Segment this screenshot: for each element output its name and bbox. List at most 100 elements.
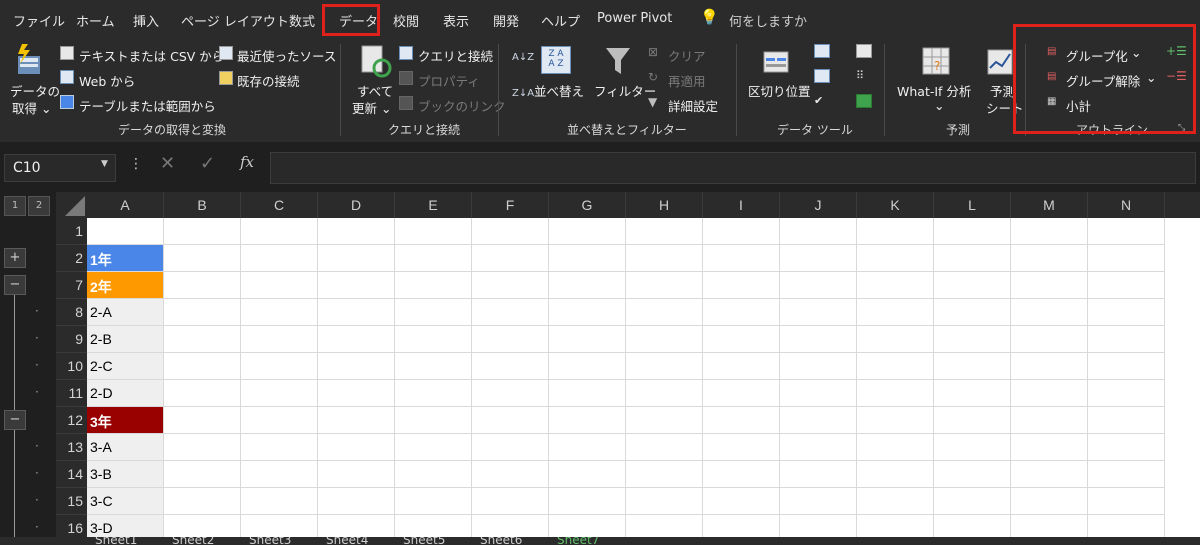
- cell-g12[interactable]: [549, 407, 626, 434]
- cell-g13[interactable]: [549, 434, 626, 461]
- cell-d1[interactable]: [318, 218, 395, 245]
- row-header-14[interactable]: 14: [56, 461, 87, 488]
- edit-links-button[interactable]: ブックのリンク: [418, 96, 506, 115]
- cell-m12[interactable]: [1011, 407, 1088, 434]
- more-options-icon[interactable]: ⋮: [129, 156, 143, 172]
- cell-i8[interactable]: [703, 299, 780, 326]
- cell-h14[interactable]: [626, 461, 703, 488]
- outline-level-1-button[interactable]: 1: [4, 196, 26, 216]
- cell-l10[interactable]: [934, 353, 1011, 380]
- cell-c8[interactable]: [241, 299, 318, 326]
- name-box-dropdown-icon[interactable]: ▼: [101, 159, 108, 169]
- column-header-e[interactable]: E: [395, 192, 472, 218]
- clear-button[interactable]: クリア: [668, 46, 706, 65]
- sheet-tab-4[interactable]: Sheet4: [326, 537, 368, 545]
- reapply-button[interactable]: 再適用: [668, 71, 706, 90]
- cell-k10[interactable]: [857, 353, 934, 380]
- cell-f11[interactable]: [472, 380, 549, 407]
- cancel-icon[interactable]: ✕: [160, 153, 175, 174]
- column-header-k[interactable]: K: [857, 192, 934, 218]
- cell-n7[interactable]: [1088, 272, 1165, 299]
- cell-e9[interactable]: [395, 326, 472, 353]
- tab-view[interactable]: 表示: [443, 11, 469, 30]
- expand-group-button[interactable]: +: [4, 248, 26, 268]
- column-header-b[interactable]: B: [164, 192, 241, 218]
- cell-a12[interactable]: 3年: [87, 407, 164, 434]
- tab-help[interactable]: ヘルプ: [541, 11, 580, 30]
- cell-a2[interactable]: 1年: [87, 245, 164, 272]
- cell-i12[interactable]: [703, 407, 780, 434]
- cell-m2[interactable]: [1011, 245, 1088, 272]
- cell-i2[interactable]: [703, 245, 780, 272]
- cell-g14[interactable]: [549, 461, 626, 488]
- cell-g15[interactable]: [549, 488, 626, 515]
- sheet-tab-5[interactable]: Sheet5: [403, 537, 445, 545]
- cell-k11[interactable]: [857, 380, 934, 407]
- row-header-2[interactable]: 2: [56, 245, 87, 272]
- cell-g9[interactable]: [549, 326, 626, 353]
- sheet-tab-7[interactable]: Sheet7: [557, 537, 599, 545]
- cell-n13[interactable]: [1088, 434, 1165, 461]
- cell-j10[interactable]: [780, 353, 857, 380]
- row-header-1[interactable]: 1: [56, 218, 87, 245]
- cell-d13[interactable]: [318, 434, 395, 461]
- cell-m7[interactable]: [1011, 272, 1088, 299]
- cell-j15[interactable]: [780, 488, 857, 515]
- cell-b14[interactable]: [164, 461, 241, 488]
- cell-e15[interactable]: [395, 488, 472, 515]
- cell-n9[interactable]: [1088, 326, 1165, 353]
- cell-d12[interactable]: [318, 407, 395, 434]
- cell-c7[interactable]: [241, 272, 318, 299]
- cell-c11[interactable]: [241, 380, 318, 407]
- collapse-group-button[interactable]: −: [4, 275, 26, 295]
- cell-l15[interactable]: [934, 488, 1011, 515]
- cell-grid[interactable]: 1年 2年 2-A 2-B 2-C 2-D 3年 3-A 3-B 3-C 3-D: [87, 218, 1200, 545]
- cell-b13[interactable]: [164, 434, 241, 461]
- cell-h8[interactable]: [626, 299, 703, 326]
- cell-j13[interactable]: [780, 434, 857, 461]
- sort-za-icon[interactable]: Z↓A: [512, 88, 534, 99]
- cell-a8[interactable]: 2-A: [87, 299, 164, 326]
- sort-az-icon[interactable]: A↓Z: [512, 52, 534, 63]
- column-header-n[interactable]: N: [1088, 192, 1165, 218]
- recent-sources-button[interactable]: 最近使ったソース: [237, 46, 336, 65]
- properties-button[interactable]: プロパティ: [418, 71, 480, 90]
- cell-n11[interactable]: [1088, 380, 1165, 407]
- cell-d11[interactable]: [318, 380, 395, 407]
- cell-i9[interactable]: [703, 326, 780, 353]
- get-data-dropdown[interactable]: 取得 ⌄: [12, 98, 51, 117]
- cell-c12[interactable]: [241, 407, 318, 434]
- filter-button[interactable]: フィルター: [594, 81, 656, 100]
- cell-j12[interactable]: [780, 407, 857, 434]
- refresh-all-dropdown[interactable]: 更新 ⌄: [352, 98, 391, 117]
- cell-a15[interactable]: 3-C: [87, 488, 164, 515]
- cell-j9[interactable]: [780, 326, 857, 353]
- tab-review[interactable]: 校閲: [393, 11, 419, 30]
- cell-k8[interactable]: [857, 299, 934, 326]
- cell-h2[interactable]: [626, 245, 703, 272]
- cell-n2[interactable]: [1088, 245, 1165, 272]
- cell-d10[interactable]: [318, 353, 395, 380]
- cell-l8[interactable]: [934, 299, 1011, 326]
- cell-j7[interactable]: [780, 272, 857, 299]
- cell-l12[interactable]: [934, 407, 1011, 434]
- cell-c1[interactable]: [241, 218, 318, 245]
- row-header-7[interactable]: 7: [56, 272, 87, 299]
- column-header-h[interactable]: H: [626, 192, 703, 218]
- cell-h1[interactable]: [626, 218, 703, 245]
- cell-b9[interactable]: [164, 326, 241, 353]
- cell-c2[interactable]: [241, 245, 318, 272]
- cell-a10[interactable]: 2-C: [87, 353, 164, 380]
- cell-d2[interactable]: [318, 245, 395, 272]
- from-web-button[interactable]: Web から: [79, 71, 135, 90]
- cell-c14[interactable]: [241, 461, 318, 488]
- cell-l11[interactable]: [934, 380, 1011, 407]
- cell-k14[interactable]: [857, 461, 934, 488]
- cell-g2[interactable]: [549, 245, 626, 272]
- cell-l13[interactable]: [934, 434, 1011, 461]
- sort-button[interactable]: 並べ替え: [534, 81, 584, 100]
- advanced-filter-button[interactable]: 詳細設定: [668, 96, 718, 115]
- cell-e11[interactable]: [395, 380, 472, 407]
- cell-f1[interactable]: [472, 218, 549, 245]
- cell-b10[interactable]: [164, 353, 241, 380]
